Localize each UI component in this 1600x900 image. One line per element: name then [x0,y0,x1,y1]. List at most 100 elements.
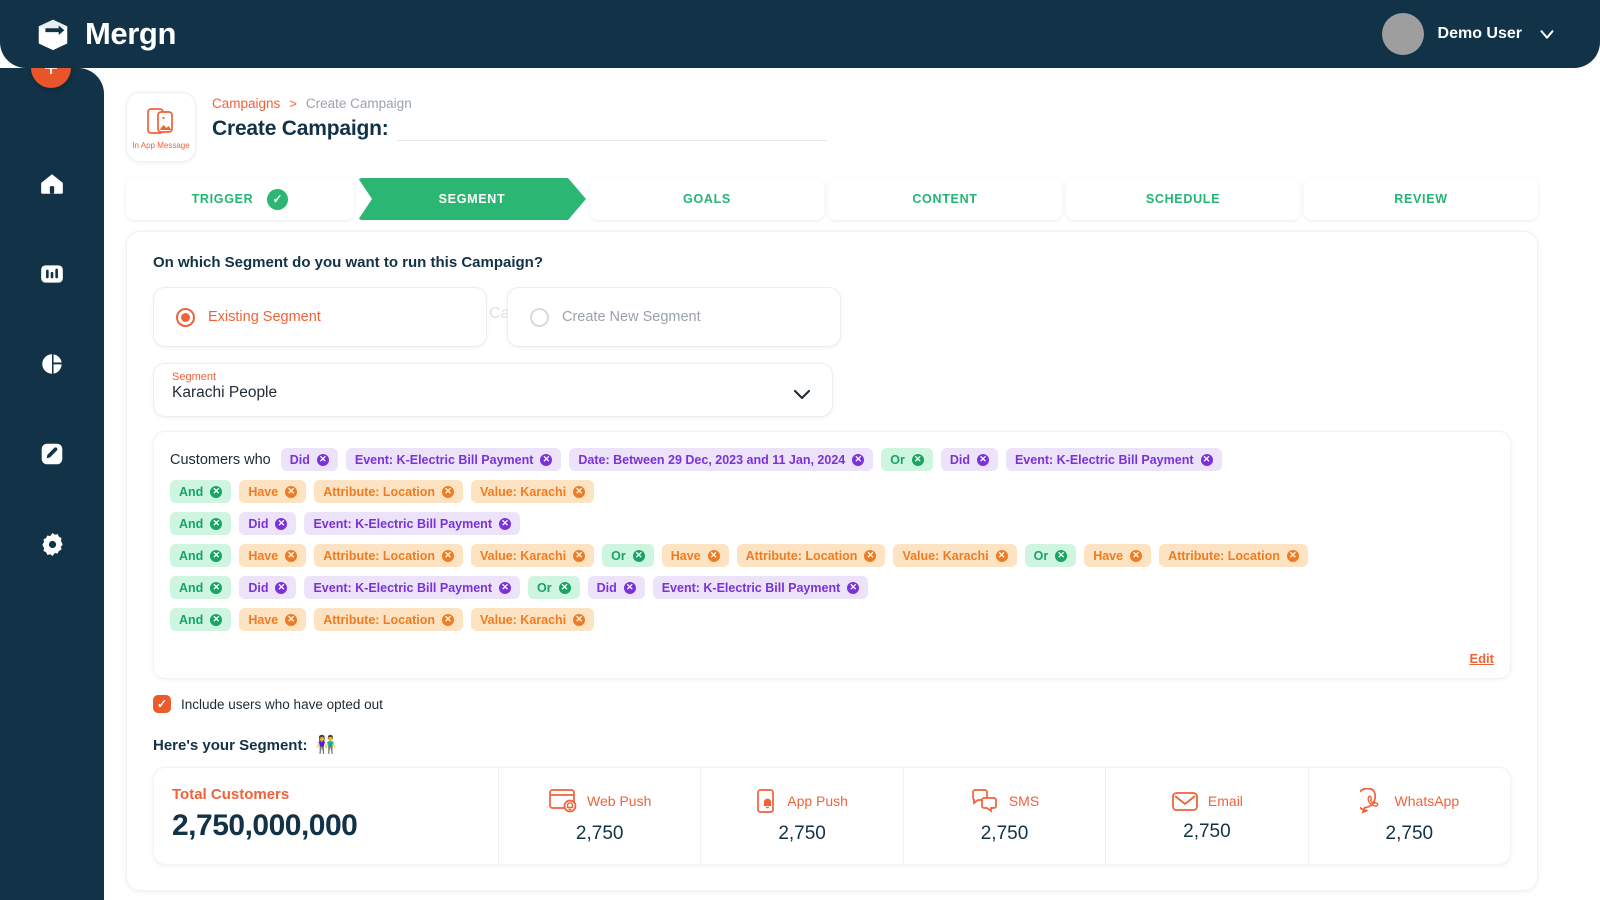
chevron-down-icon[interactable] [790,371,814,406]
step-schedule[interactable]: SCHEDULE [1066,178,1300,220]
chip[interactable]: Event: K-Electric Bill Payment ✕ [652,576,869,599]
close-icon[interactable]: ✕ [498,581,511,594]
close-icon[interactable]: ✕ [995,549,1008,562]
step-content[interactable]: CONTENT [828,178,1062,220]
campaign-name-input[interactable] [396,115,827,141]
sidebar-item-reports[interactable] [34,346,70,382]
chip[interactable]: Attribute: Location ✕ [1159,544,1308,567]
brand[interactable]: Mergn [34,15,176,53]
chip[interactable]: Event: K-Electric Bill Payment ✕ [345,448,562,471]
step-goals[interactable]: GOALS [590,178,824,220]
opted-out-checkbox[interactable]: ✓ [153,695,171,713]
sidebar-item-analytics[interactable] [34,256,70,292]
mergn-cube-logo [34,15,72,53]
close-icon[interactable]: ✕ [1130,549,1143,562]
close-icon[interactable]: ✕ [210,581,223,594]
step-review[interactable]: REVIEW [1304,178,1538,220]
close-icon[interactable]: ✕ [852,453,865,466]
close-icon[interactable]: ✕ [632,549,645,562]
chip[interactable]: Or ✕ [527,576,580,599]
close-icon[interactable]: ✕ [573,613,586,626]
close-icon[interactable]: ✕ [275,517,288,530]
close-icon[interactable]: ✕ [911,453,924,466]
breadcrumb-campaigns-link[interactable]: Campaigns [212,96,280,111]
close-icon[interactable]: ✕ [285,613,298,626]
chip[interactable]: Have ✕ [239,544,307,567]
chip[interactable]: Or ✕ [881,448,933,471]
opted-out-row[interactable]: ✓ Include users who have opted out [153,695,1511,713]
user-menu[interactable]: Demo User [1381,13,1574,55]
chip[interactable]: Did ✕ [587,576,645,599]
chip[interactable]: Did ✕ [239,512,297,535]
chip[interactable]: And ✕ [170,512,232,535]
chip[interactable]: Attribute: Location ✕ [314,480,463,503]
chip[interactable]: And ✕ [170,608,232,631]
close-icon[interactable]: ✕ [558,581,571,594]
close-icon[interactable]: ✕ [210,485,223,498]
chip[interactable]: Have ✕ [239,608,307,631]
step-trigger-label: TRIGGER [191,192,254,206]
chip[interactable]: And ✕ [170,576,232,599]
close-icon[interactable]: ✕ [210,517,223,530]
chip[interactable]: Value: Karachi ✕ [893,544,1017,567]
close-icon[interactable]: ✕ [707,549,720,562]
chevron-down-icon[interactable] [1536,23,1558,45]
sidebar-item-home[interactable] [34,166,70,202]
chip[interactable]: Value: Karachi ✕ [471,480,595,503]
chip[interactable]: Event: K-Electric Bill Payment ✕ [304,512,520,535]
sidebar-item-settings[interactable] [34,526,70,562]
chip[interactable]: Event: K-Electric Bill Payment ✕ [1005,448,1222,471]
campaign-type-card[interactable]: In App Message [126,92,196,162]
close-icon[interactable]: ✕ [442,613,454,626]
close-icon[interactable]: ✕ [540,453,553,466]
chip[interactable]: Value: Karachi ✕ [471,608,595,631]
close-icon[interactable]: ✕ [573,485,586,498]
chip[interactable]: Have ✕ [661,544,729,567]
chip-label: Event: K-Electric Bill Payment [313,580,492,595]
chip[interactable]: Value: Karachi ✕ [471,544,595,567]
radio-icon-create-new[interactable] [530,307,549,327]
chip[interactable]: And ✕ [170,544,232,567]
chip[interactable]: Have ✕ [1084,544,1152,567]
close-icon[interactable]: ✕ [442,485,454,498]
option-existing-segment[interactable]: Existing Segment [153,287,487,347]
chip-label: Attribute: Location [745,548,858,563]
close-icon[interactable]: ✕ [210,549,223,562]
close-icon[interactable]: ✕ [210,613,223,626]
close-icon[interactable]: ✕ [1286,549,1299,562]
chip[interactable]: Did ✕ [280,448,338,471]
close-icon[interactable]: ✕ [285,549,298,562]
chip[interactable]: Did ✕ [239,576,297,599]
close-icon[interactable]: ✕ [1200,453,1213,466]
close-icon[interactable]: ✕ [847,581,860,594]
close-icon[interactable]: ✕ [275,581,288,594]
chip[interactable]: Have ✕ [239,480,307,503]
edit-segment-link[interactable]: Edit [1469,651,1494,666]
chip[interactable]: Date: Between 29 Dec, 2023 and 11 Jan, 2… [569,448,874,471]
chip[interactable]: Attribute: Location ✕ [314,544,463,567]
close-icon[interactable]: ✕ [285,485,298,498]
chip[interactable]: Attribute: Location ✕ [314,608,463,631]
chip[interactable]: Event: K-Electric Bill Payment ✕ [304,576,520,599]
chip[interactable]: And ✕ [170,480,232,503]
radio-icon-existing[interactable] [176,307,195,327]
chip[interactable]: Or ✕ [1024,544,1077,567]
close-icon[interactable]: ✕ [1055,549,1068,562]
close-icon[interactable]: ✕ [976,453,989,466]
step-trigger[interactable]: TRIGGER ✓ [126,178,354,220]
close-icon[interactable]: ✕ [442,549,454,562]
close-icon[interactable]: ✕ [498,517,511,530]
segment-select-value: Karachi People [172,384,278,401]
chip[interactable]: Did ✕ [940,448,998,471]
chip-label: And [179,580,204,595]
close-icon[interactable]: ✕ [316,453,329,466]
sidebar-item-campaigns[interactable] [34,436,70,472]
close-icon[interactable]: ✕ [573,549,586,562]
segment-select[interactable]: Segment Karachi People [153,363,833,417]
option-create-new-segment[interactable]: Create New Segment [507,287,841,347]
step-segment[interactable]: SEGMENT [358,178,586,220]
chip[interactable]: Attribute: Location ✕ [736,544,886,567]
chip[interactable]: Or ✕ [602,544,654,567]
close-icon[interactable]: ✕ [864,549,877,562]
close-icon[interactable]: ✕ [623,581,636,594]
